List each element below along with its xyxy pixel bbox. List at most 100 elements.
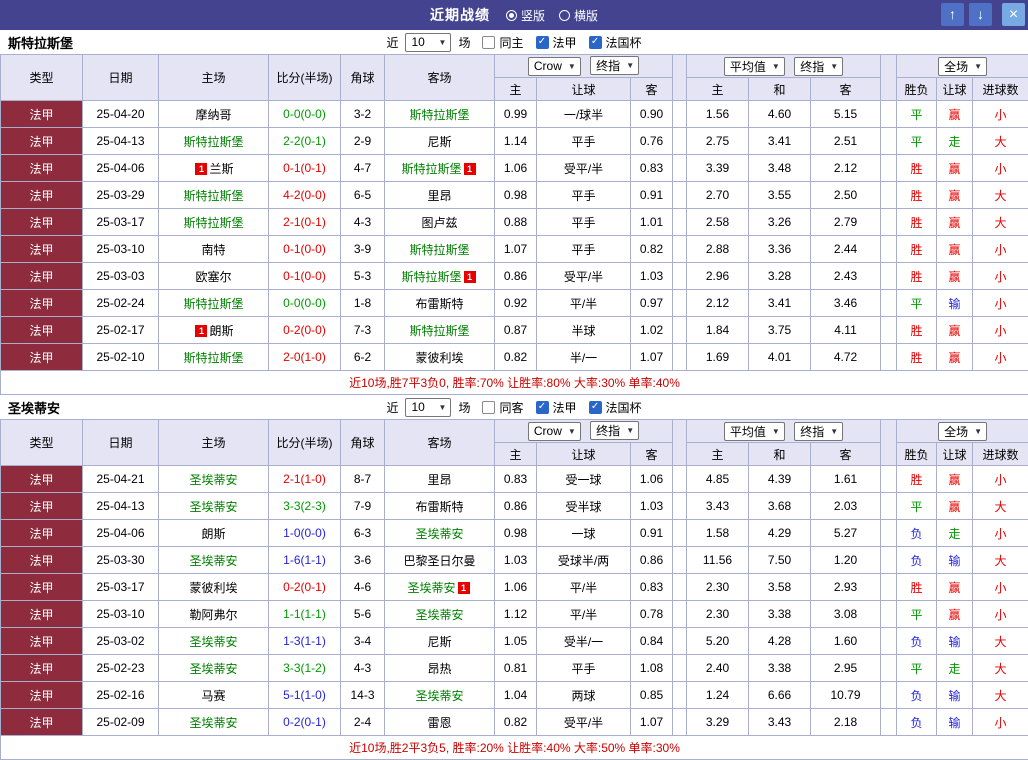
final-odds-select-2[interactable]: 终指▼ (794, 57, 843, 76)
goals-cell: 大 (973, 128, 1028, 155)
avg-draw-odds-cell: 3.48 (749, 155, 811, 182)
page-title: 近期战绩 (430, 5, 490, 25)
titlebar-buttons: ↑ ↓ × (941, 3, 1025, 26)
match-row: 法甲25-03-17斯特拉斯堡2-1(0-1)4-3图卢兹0.88平手1.012… (1, 209, 1028, 236)
home-team-cell: 1兰斯 (159, 155, 269, 182)
avg-away-odds-cell: 2.12 (811, 155, 881, 182)
same-venue-checkbox[interactable] (482, 401, 495, 414)
fulltime-select[interactable]: 全场▼ (938, 57, 987, 76)
team-name: 马赛 (201, 689, 225, 703)
header-handicap: 让球 (537, 78, 631, 101)
goals-cell: 小 (973, 344, 1028, 371)
avg-draw-odds-cell: 4.29 (749, 520, 811, 547)
avg-away-odds-cell: 3.46 (811, 290, 881, 317)
spacer-cell (881, 493, 897, 520)
league-label: 法甲 (553, 34, 577, 51)
section-header: 近 10▼ 场 同主 ✓ 法甲 ✓ 法国杯 斯特拉斯堡 (0, 30, 1028, 54)
crown-away-odds-cell: 1.07 (631, 709, 673, 736)
same-venue-checkbox[interactable] (482, 36, 495, 49)
final-odds-select[interactable]: 终指▼ (590, 421, 639, 440)
handicap-cell: 平手 (537, 236, 631, 263)
table-footer: 近10场,胜2平3负5, 胜率:20% 让胜率:40% 大率:50% 单率:30… (1, 736, 1028, 760)
home-team-cell: 圣埃蒂安 (159, 655, 269, 682)
spacer-cell (673, 209, 687, 236)
date-cell: 25-04-13 (83, 493, 159, 520)
matches-body: 法甲25-04-20摩纳哥0-0(0-0)3-2斯特拉斯堡0.99一/球半0.9… (1, 101, 1028, 371)
score-cell: 1-6(1-1) (269, 547, 341, 574)
cup-checkbox[interactable]: ✓ (589, 401, 602, 414)
games-label: 场 (458, 399, 470, 416)
date-cell: 25-03-10 (83, 601, 159, 628)
goals-cell: 小 (973, 601, 1028, 628)
goals-cell: 小 (973, 290, 1028, 317)
corner-cell: 3-2 (341, 101, 385, 128)
avg-away-odds-cell: 2.93 (811, 574, 881, 601)
crown-home-odds-cell: 1.06 (495, 155, 537, 182)
avg-draw-odds-cell: 3.68 (749, 493, 811, 520)
header-away: 客场 (385, 55, 495, 101)
crown-home-odds-cell: 0.99 (495, 101, 537, 128)
team-name: 勒阿弗尔 (189, 608, 237, 622)
avg-home-odds-cell: 3.29 (687, 709, 749, 736)
average-select[interactable]: 平均值▼ (724, 57, 785, 76)
cup-checkbox[interactable]: ✓ (589, 36, 602, 49)
result-cell: 胜 (897, 263, 937, 290)
spacer-cell (881, 601, 897, 628)
away-team-cell: 巴黎圣日尔曼 (385, 547, 495, 574)
avg-away-odds-cell: 2.03 (811, 493, 881, 520)
cover-cell: 赢 (937, 344, 973, 371)
fulltime-group-header: 全场▼ (897, 55, 1028, 78)
team-name: 布雷斯特 (415, 297, 463, 311)
move-up-button[interactable]: ↑ (941, 3, 964, 26)
score-cell: 0-2(0-0) (269, 317, 341, 344)
bookmaker-select[interactable]: Crow▼ (528, 422, 581, 441)
table-header: 类型 日期 主场 比分(半场) 角球 客场 Crow▼ 终指▼ 平均值▼ 终指▼ (1, 420, 1028, 466)
chevron-down-icon: ▼ (974, 427, 982, 436)
match-count-select[interactable]: 10▼ (405, 398, 451, 417)
team-name: 斯特拉斯堡 (409, 324, 469, 338)
header-avg-draw: 和 (749, 78, 811, 101)
match-row: 法甲25-02-09圣埃蒂安0-2(0-1)2-4雷恩0.82受平/半1.073… (1, 709, 1028, 736)
table-footer: 近10场,胜7平3负0, 胜率:70% 让胜率:80% 大率:30% 单率:40… (1, 371, 1028, 395)
spacer-cell (673, 155, 687, 182)
crown-home-odds-cell: 0.92 (495, 290, 537, 317)
corner-cell: 7-9 (341, 493, 385, 520)
result-cell: 胜 (897, 466, 937, 493)
avg-away-odds-cell: 4.11 (811, 317, 881, 344)
summary-text: 近10场,胜2平3负5, 胜率:20% 让胜率:40% 大率:50% 单率:30… (1, 736, 1028, 760)
date-cell: 25-02-09 (83, 709, 159, 736)
spacer-cell (673, 344, 687, 371)
date-cell: 25-02-17 (83, 317, 159, 344)
league-checkbox[interactable]: ✓ (536, 401, 549, 414)
team-name: 兰斯 (209, 162, 233, 176)
goals-cell: 小 (973, 466, 1028, 493)
avg-home-odds-cell: 2.88 (687, 236, 749, 263)
fulltime-select[interactable]: 全场▼ (938, 422, 987, 441)
league-checkbox[interactable]: ✓ (536, 36, 549, 49)
spacer-cell (673, 101, 687, 128)
final-odds-select-2[interactable]: 终指▼ (794, 422, 843, 441)
league-cell: 法甲 (1, 209, 83, 236)
result-cell: 平 (897, 601, 937, 628)
average-select[interactable]: 平均值▼ (724, 422, 785, 441)
match-count-select[interactable]: 10▼ (405, 33, 451, 52)
crown-away-odds-cell: 0.91 (631, 520, 673, 547)
handicap-cell: 两球 (537, 682, 631, 709)
final-odds-select[interactable]: 终指▼ (590, 56, 639, 75)
radio-horizontal[interactable]: 横版 (559, 7, 598, 24)
red-card-badge: 1 (464, 163, 476, 175)
bookmaker-select[interactable]: Crow▼ (528, 57, 581, 76)
league-cell: 法甲 (1, 466, 83, 493)
away-team-cell: 布雷斯特 (385, 493, 495, 520)
league-cell: 法甲 (1, 128, 83, 155)
date-cell: 25-03-30 (83, 547, 159, 574)
avg-home-odds-cell: 2.40 (687, 655, 749, 682)
crown-away-odds-cell: 0.90 (631, 101, 673, 128)
move-down-button[interactable]: ↓ (969, 3, 992, 26)
match-row: 法甲25-02-171朗斯0-2(0-0)7-3斯特拉斯堡0.87半球1.021… (1, 317, 1028, 344)
league-cell: 法甲 (1, 155, 83, 182)
close-button[interactable]: × (1002, 3, 1025, 26)
score-cell: 0-0(0-0) (269, 101, 341, 128)
spacer-cell (673, 520, 687, 547)
radio-vertical[interactable]: 竖版 (506, 7, 545, 24)
